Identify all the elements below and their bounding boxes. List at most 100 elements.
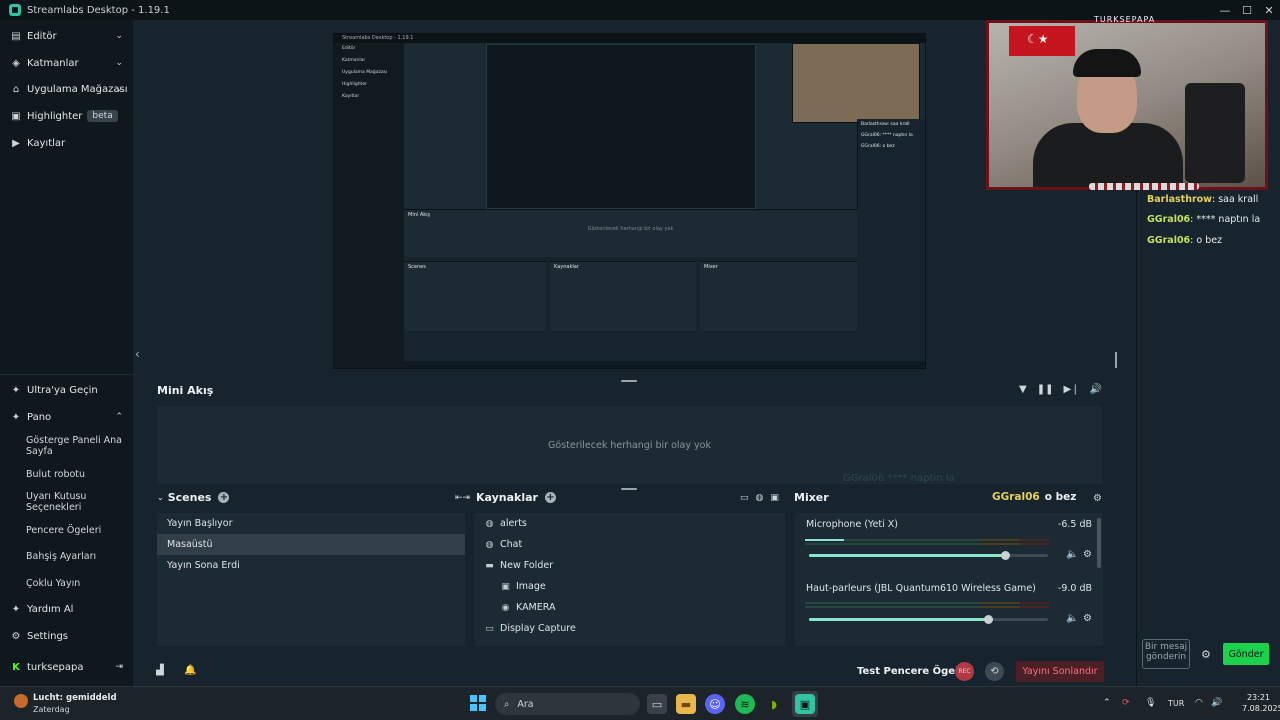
volume-slider-knob[interactable] (1000, 551, 1010, 560)
windows-start-icon[interactable] (470, 695, 486, 711)
sources-header: Kaynaklar + (476, 491, 556, 504)
volume-icon[interactable]: 🔊 (1090, 384, 1102, 395)
chevron-left-icon[interactable]: ‹ (135, 347, 140, 361)
taskbar-search[interactable]: ⌕ Ara (495, 693, 640, 715)
scene-item[interactable]: Yayın Başlıyor (157, 513, 465, 534)
filter-icon[interactable]: ▼ (1019, 384, 1027, 395)
group-icon[interactable]: ◍ (756, 493, 764, 503)
notification-bell-icon[interactable]: 🔔 (184, 665, 196, 676)
webcam-frame-label: TURKSEPAPA (1094, 15, 1156, 24)
sidebar-item-dashboard-home[interactable]: Gösterge Paneli Ana Sayfa (0, 433, 133, 459)
source-item-camera[interactable]: ◉ KAMERA (474, 597, 785, 618)
volume-icon[interactable]: 🔈 (1066, 549, 1078, 560)
sidebar-item-ultra[interactable]: ✦ Ultra'ya Geçin (0, 379, 133, 401)
discord-icon[interactable]: ☺ (705, 694, 725, 714)
streamlabs-taskbar-icon[interactable]: ▣ (795, 694, 815, 714)
scene-item-selected[interactable]: Masaüstü (157, 534, 465, 555)
skip-icon[interactable]: ▶❘ (1063, 384, 1079, 395)
task-view-icon[interactable]: ▭ (647, 694, 667, 714)
mixer-panel (795, 513, 1103, 646)
volume-slider[interactable] (809, 551, 1048, 560)
chat-input[interactable]: Bir mesaj gönderin (1142, 639, 1190, 669)
mixer-channel-db: -9.0 dB (1057, 583, 1092, 594)
source-item-display[interactable]: ▭ Display Capture (474, 618, 785, 639)
nested-sidebar: Editör Katmanlar Uygulama Mağazası Highl… (334, 43, 404, 361)
clock-time: 23:21 (1246, 693, 1270, 702)
language-indicator[interactable]: TUR (1168, 699, 1184, 708)
replay-buffer-icon[interactable]: ⟲ (985, 662, 1004, 681)
mini-feed-body: Gösterilecek herhangi bir olay yok (157, 406, 1102, 484)
microphone-icon[interactable]: 🎙 (1145, 698, 1156, 708)
chat-text: saa krall (1218, 194, 1259, 205)
close-icon[interactable]: ✕ (1258, 0, 1280, 20)
nested-side-item: Kayıtlar (342, 94, 360, 99)
sidebar-item-recordings[interactable]: ▶ Kayıtlar (0, 132, 133, 154)
nvidia-icon[interactable]: ◗ (764, 694, 784, 714)
sidebar-item-settings[interactable]: ⚙ Settings (0, 625, 133, 647)
weather-title[interactable]: Lucht: gemiddeld (33, 693, 117, 703)
sidebar-item-multistream[interactable]: Çoklu Yayın (0, 572, 133, 594)
volume-slider[interactable] (809, 615, 1048, 624)
sidebar-item-highlighter[interactable]: ▣ Highlighter beta (0, 105, 133, 127)
weather-icon[interactable] (14, 694, 28, 708)
source-item-folder[interactable]: ▬ New Folder (474, 555, 785, 576)
end-stream-button[interactable]: Yayını Sonlandır (1016, 661, 1104, 682)
nested-preview-capture: Streamlabs Desktop - 1.19.1 Editör Katma… (333, 33, 926, 369)
volume-icon[interactable]: 🔊 (1211, 698, 1222, 708)
file-explorer-icon[interactable]: ▬ (676, 694, 696, 714)
sidebar-item-tip-settings[interactable]: Bahşiş Ayarları (0, 545, 133, 567)
resize-handle[interactable] (1115, 352, 1117, 368)
scene-transition-icon[interactable]: ⇤⇥ (455, 493, 470, 503)
nested-mixer-title: Mixer (704, 264, 718, 270)
turkish-flag-image (1009, 26, 1075, 56)
mini-feed-tools: ▼ ❚❚ ▶❘ 🔊 (1019, 384, 1102, 395)
sidebar-item-store[interactable]: ⌂ Uygulama Mağazası ⌄ (0, 78, 133, 100)
selective-recording-icon[interactable]: ▭ (740, 493, 749, 503)
chevron-down-icon[interactable]: ⌄ (157, 493, 164, 502)
chevron-up-icon[interactable]: ⌃ (1103, 698, 1111, 708)
stats-icon[interactable]: ▟ (156, 665, 164, 676)
pause-icon[interactable]: ❚❚ (1037, 384, 1054, 395)
help-icon: ✦ (11, 603, 21, 615)
gear-icon[interactable]: ⚙ (1201, 648, 1211, 661)
volume-icon[interactable]: 🔈 (1066, 613, 1078, 624)
gear-icon[interactable]: ⚙ (1083, 613, 1092, 624)
send-button[interactable]: Gönder (1223, 643, 1269, 665)
nested-inner-preview (486, 44, 756, 209)
nested-sources-title: Kaynaklar (554, 264, 579, 270)
add-folder-icon[interactable]: ▣ (770, 493, 779, 503)
sidebar-item-widgets[interactable]: Pencere Ögeleri (0, 519, 133, 541)
add-source-icon[interactable]: + (544, 492, 556, 503)
maximize-icon[interactable]: ☐ (1236, 0, 1258, 20)
nested-chat-line: Barlasthrow: saa krall (861, 122, 910, 127)
add-scene-icon[interactable]: + (218, 492, 230, 503)
sidebar-item-user[interactable]: K turksepapa ⇥ (0, 656, 133, 678)
resize-handle[interactable] (621, 488, 637, 490)
scene-item[interactable]: Yayın Sona Erdi (157, 555, 465, 576)
sidebar-item-cloudbot[interactable]: Bulut robotu (0, 463, 133, 485)
source-item-image[interactable]: ▣ Image (474, 576, 785, 597)
logout-icon[interactable]: ⇥ (115, 662, 123, 672)
volume-slider-fill (809, 554, 1005, 557)
chevron-up-icon: ⌃ (115, 412, 123, 422)
taskbar-clock[interactable]: 23:21 7.08.2025 (1242, 692, 1280, 714)
nested-webcam (792, 43, 920, 123)
sidebar-item-alertbox[interactable]: Uyarı Kutusu Seçenekleri (0, 489, 133, 515)
sync-icon[interactable]: ⟳ (1122, 698, 1130, 708)
source-item-alerts[interactable]: ◍ alerts (474, 513, 785, 534)
wifi-icon[interactable]: ◠ (1195, 698, 1203, 708)
sidebar-item-help[interactable]: ✦ Yardım Al (0, 598, 133, 620)
sources-list: ◍ alerts ◍ Chat ▬ New Folder ▣ Image ◉ KAMERA… (474, 513, 785, 646)
mixer-scrollbar[interactable] (1097, 518, 1101, 568)
nested-side-item: Uygulama Mağazası (342, 70, 388, 75)
sidebar-item-layers[interactable]: ◈ Katmanlar ⌄ (0, 52, 133, 74)
record-button[interactable]: REC (955, 662, 974, 681)
spotify-icon[interactable]: ≋ (735, 694, 755, 714)
sidebar-item-dashboard[interactable]: ✦ Pano ⌃ (0, 406, 133, 428)
source-item-chat[interactable]: ◍ Chat (474, 534, 785, 555)
nested-side-item: Highlighter (342, 82, 367, 87)
minimize-icon[interactable]: — (1214, 0, 1236, 20)
sidebar-item-editor[interactable]: ▤ Editör ⌄ (0, 25, 133, 47)
gear-icon[interactable]: ⚙ (1083, 549, 1092, 560)
gear-icon[interactable]: ⚙ (1093, 493, 1102, 504)
